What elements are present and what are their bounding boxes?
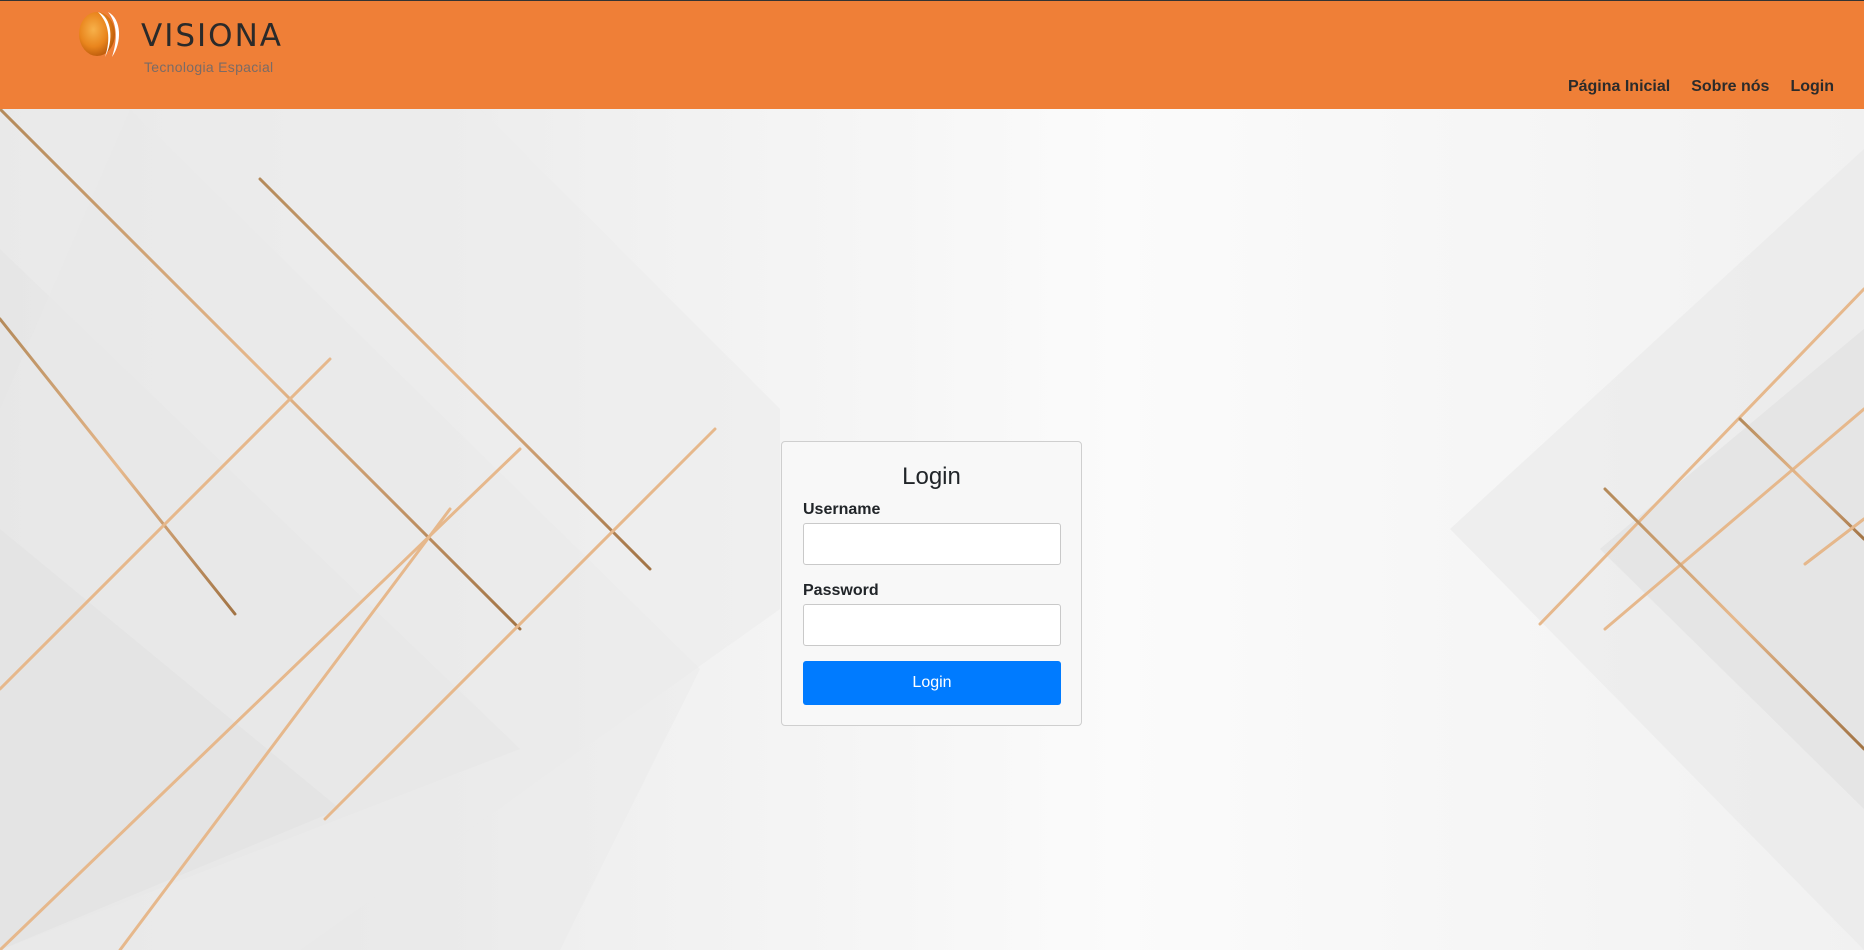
top-navbar: VISIONA Tecnologia Espacial Página Inici…: [0, 0, 1864, 109]
brand-tagline: Tecnologia Espacial: [144, 59, 274, 75]
password-input[interactable]: [803, 604, 1061, 646]
brand-logo[interactable]: VISIONA Tecnologia Espacial: [78, 9, 288, 79]
nav-item-login[interactable]: Login: [1779, 78, 1844, 96]
nav-item-home[interactable]: Página Inicial: [1557, 78, 1680, 96]
username-input[interactable]: [803, 523, 1061, 565]
username-label: Username: [803, 501, 881, 518]
brand-name: VISIONA: [141, 18, 283, 54]
main-nav: Página Inicial Sobre nós Login: [1557, 78, 1844, 96]
login-title: Login: [902, 463, 961, 490]
visiona-logo-mark-icon: [79, 12, 120, 57]
nav-item-about[interactable]: Sobre nós: [1680, 78, 1779, 96]
login-card: Login Username Password Login: [781, 441, 1082, 726]
login-submit-button[interactable]: Login: [803, 661, 1061, 705]
password-label: Password: [803, 582, 879, 599]
